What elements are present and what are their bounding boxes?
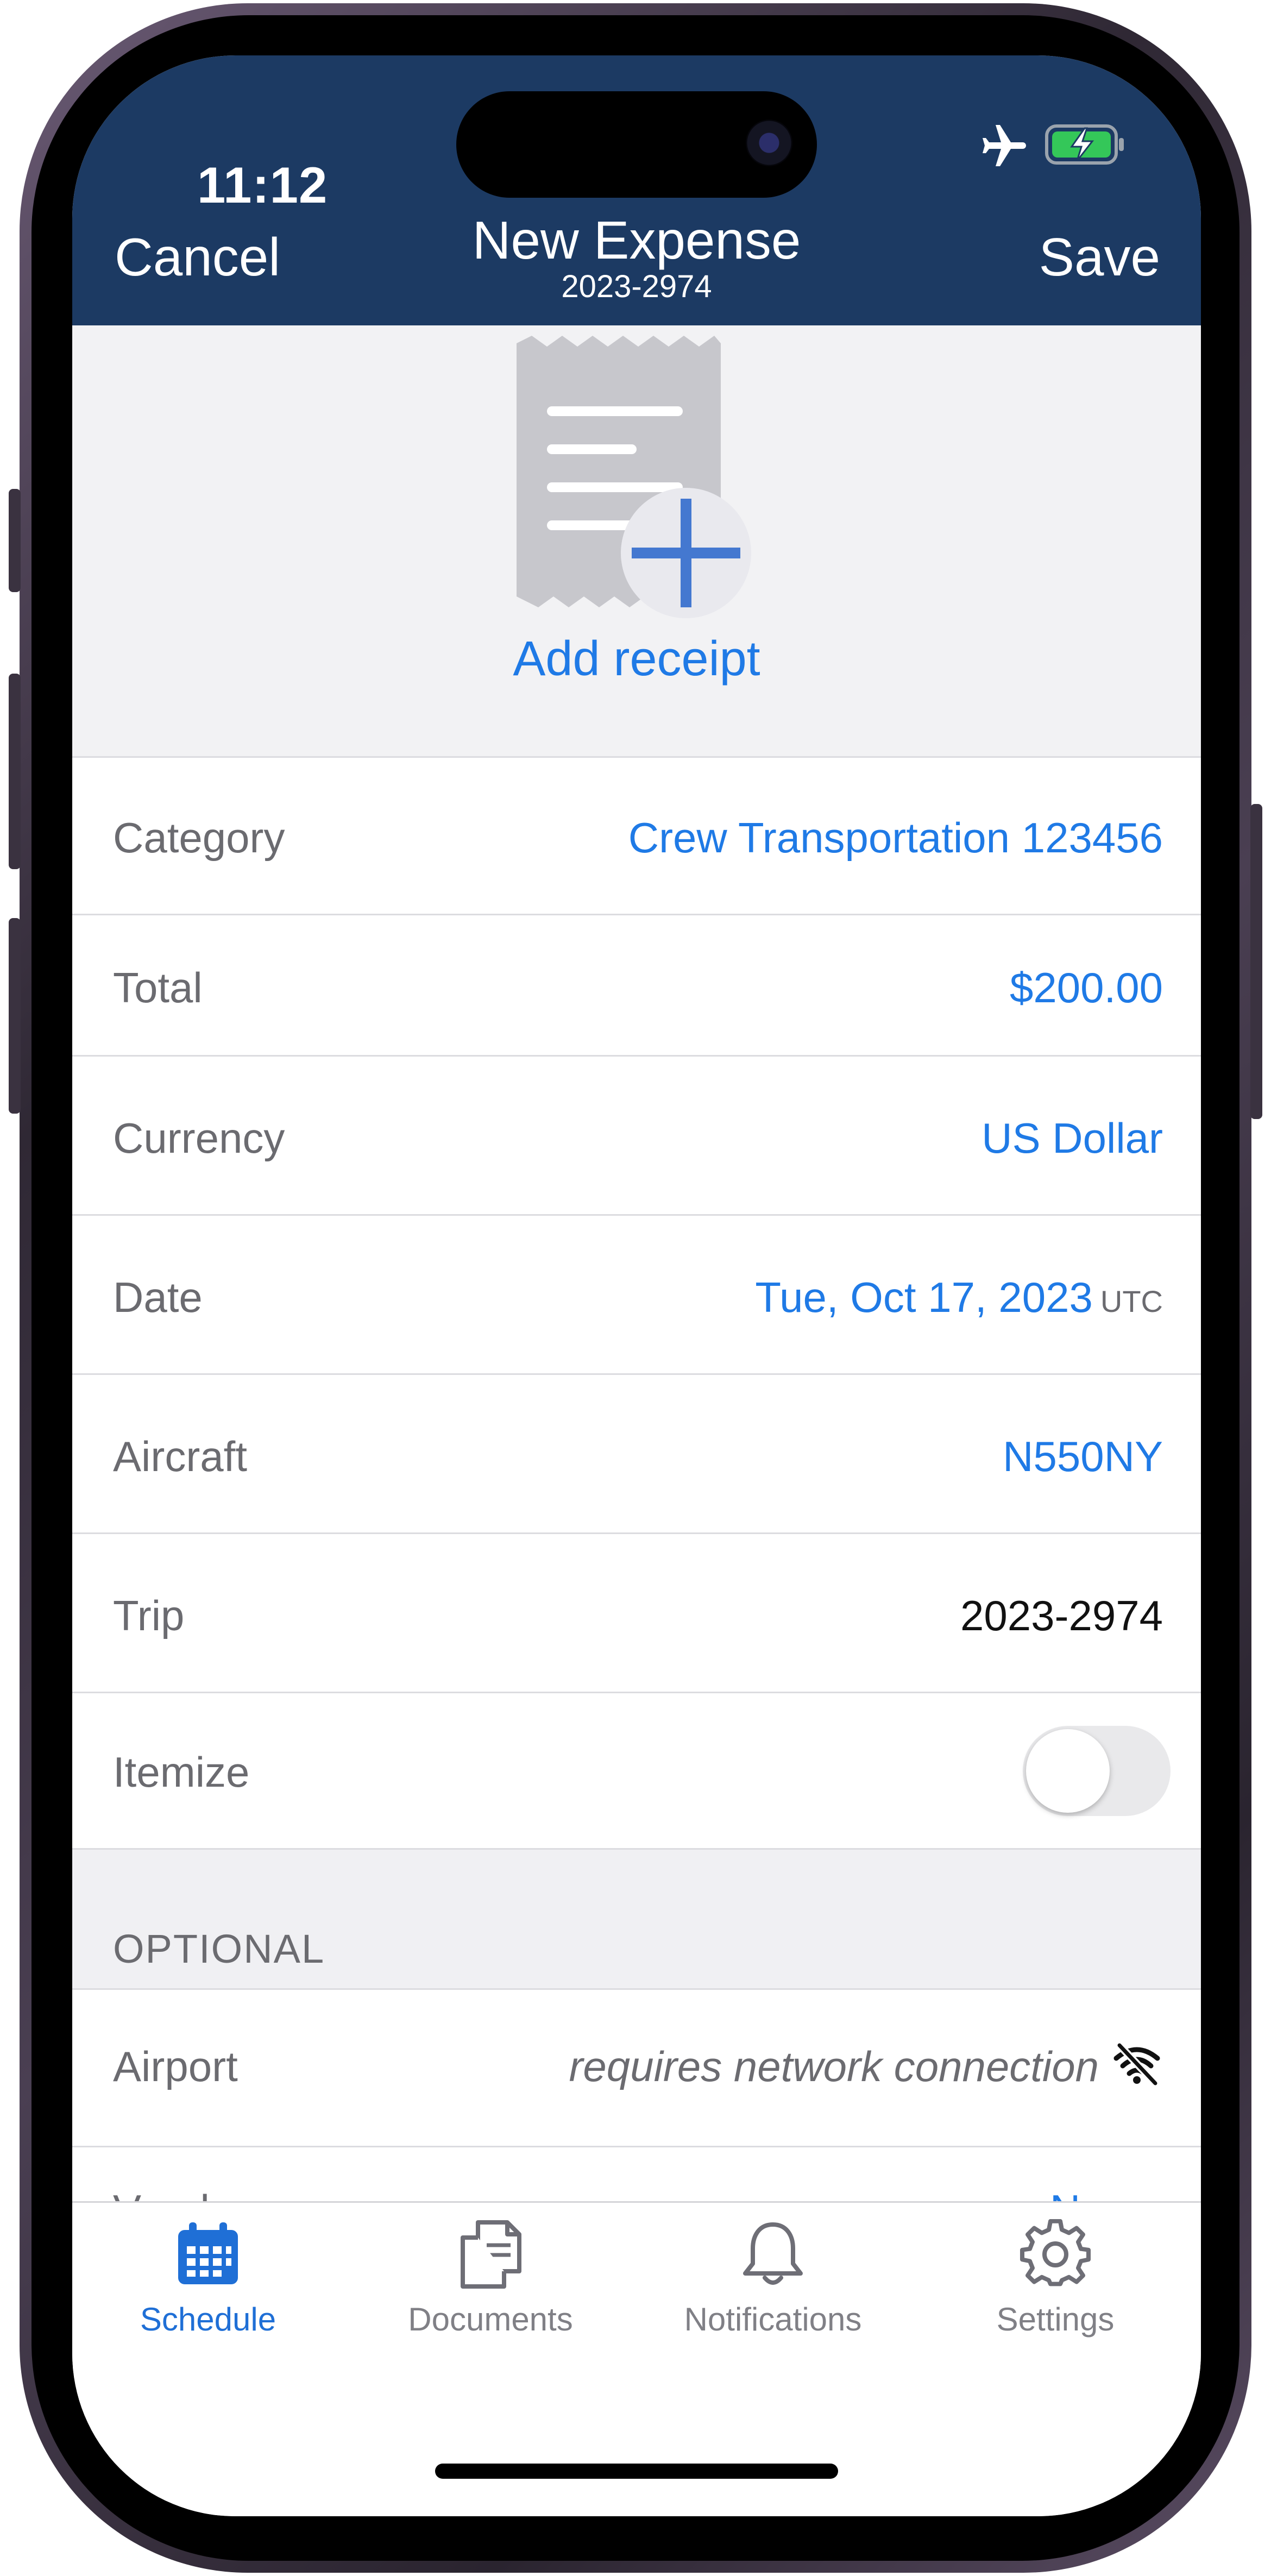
add-receipt-icon[interactable] bbox=[517, 336, 772, 618]
page-title: New Expense bbox=[472, 210, 801, 270]
trip-label: Trip bbox=[113, 1592, 185, 1639]
category-row[interactable]: Category Crew Transportation 123456 bbox=[72, 756, 1201, 915]
device-stage: 11:12 Cancel New Expense 2023-2974 Save bbox=[0, 0, 1271, 2576]
no-wifi-icon bbox=[1113, 2043, 1160, 2085]
toggle-knob bbox=[1026, 1729, 1110, 1813]
currency-label: Currency bbox=[113, 1114, 285, 1162]
save-button[interactable]: Save bbox=[1039, 227, 1160, 288]
page-subtitle: 2023-2974 bbox=[561, 269, 712, 304]
vendor-row[interactable]: Vendor Name bbox=[72, 2146, 1201, 2207]
navigation-bar: 11:12 Cancel New Expense 2023-2974 Save bbox=[72, 55, 1201, 325]
itemize-toggle[interactable] bbox=[1023, 1726, 1171, 1816]
timezone-label: UTC bbox=[1100, 1284, 1163, 1318]
airport-label: Airport bbox=[113, 2043, 238, 2090]
total-value[interactable]: $200.00 bbox=[1010, 963, 1163, 1013]
optional-header-text: OPTIONAL bbox=[113, 1926, 325, 1971]
front-camera bbox=[746, 120, 792, 166]
currency-value[interactable]: US Dollar bbox=[981, 1114, 1163, 1163]
total-label: Total bbox=[113, 964, 203, 1011]
tab-notifications[interactable]: Notifications bbox=[659, 2219, 887, 2360]
documents-icon bbox=[461, 2220, 521, 2289]
app-screen: 11:12 Cancel New Expense 2023-2974 Save bbox=[72, 55, 1201, 2516]
itemize-label: Itemize bbox=[113, 1748, 250, 1796]
currency-row[interactable]: Currency US Dollar bbox=[72, 1055, 1201, 1216]
tab-documents[interactable]: Documents bbox=[376, 2219, 605, 2360]
date-value[interactable]: Tue, Oct 17, 2023 UTC bbox=[755, 1273, 1163, 1322]
itemize-row: Itemize bbox=[72, 1692, 1201, 1850]
trip-value: 2023-2974 bbox=[960, 1592, 1163, 1639]
tab-settings-label: Settings bbox=[996, 2301, 1115, 2338]
add-receipt-button[interactable]: Add receipt bbox=[419, 631, 854, 687]
trip-row: Trip 2023-2974 bbox=[72, 1532, 1201, 1693]
tab-documents-label: Documents bbox=[408, 2301, 573, 2338]
date-text: Tue, Oct 17, 2023 bbox=[755, 1273, 1093, 1321]
bell-icon bbox=[743, 2222, 803, 2285]
tab-notifications-label: Notifications bbox=[684, 2301, 862, 2338]
volume-down-button bbox=[9, 918, 21, 1114]
status-time: 11:12 bbox=[197, 156, 328, 213]
date-row[interactable]: Date Tue, Oct 17, 2023 UTC bbox=[72, 1214, 1201, 1375]
category-label: Category bbox=[113, 814, 285, 862]
airport-network-note: requires network connection bbox=[569, 2043, 1099, 2090]
total-row[interactable]: Total $200.00 bbox=[72, 914, 1201, 1057]
tab-settings[interactable]: Settings bbox=[941, 2219, 1169, 2360]
battery-charging-icon bbox=[1045, 124, 1124, 165]
home-indicator[interactable] bbox=[435, 2464, 838, 2479]
gear-icon bbox=[1020, 2219, 1091, 2286]
tab-schedule[interactable]: Schedule bbox=[94, 2219, 322, 2360]
airport-row[interactable]: Airport requires network connection bbox=[72, 1988, 1201, 2147]
aircraft-value[interactable]: N550NY bbox=[1003, 1432, 1163, 1481]
tab-schedule-label: Schedule bbox=[140, 2301, 276, 2338]
volume-up-button bbox=[9, 674, 21, 869]
cancel-button[interactable]: Cancel bbox=[115, 227, 280, 288]
airplane-mode-icon bbox=[983, 125, 1026, 166]
power-button bbox=[1250, 804, 1262, 1119]
optional-section-header: OPTIONAL bbox=[72, 1848, 1201, 1990]
category-value[interactable]: Crew Transportation 123456 bbox=[628, 813, 1163, 863]
aircraft-row[interactable]: Aircraft N550NY bbox=[72, 1373, 1201, 1534]
date-label: Date bbox=[113, 1273, 203, 1321]
calendar-icon bbox=[178, 2222, 238, 2284]
action-button bbox=[9, 489, 21, 592]
aircraft-label: Aircraft bbox=[113, 1432, 248, 1480]
